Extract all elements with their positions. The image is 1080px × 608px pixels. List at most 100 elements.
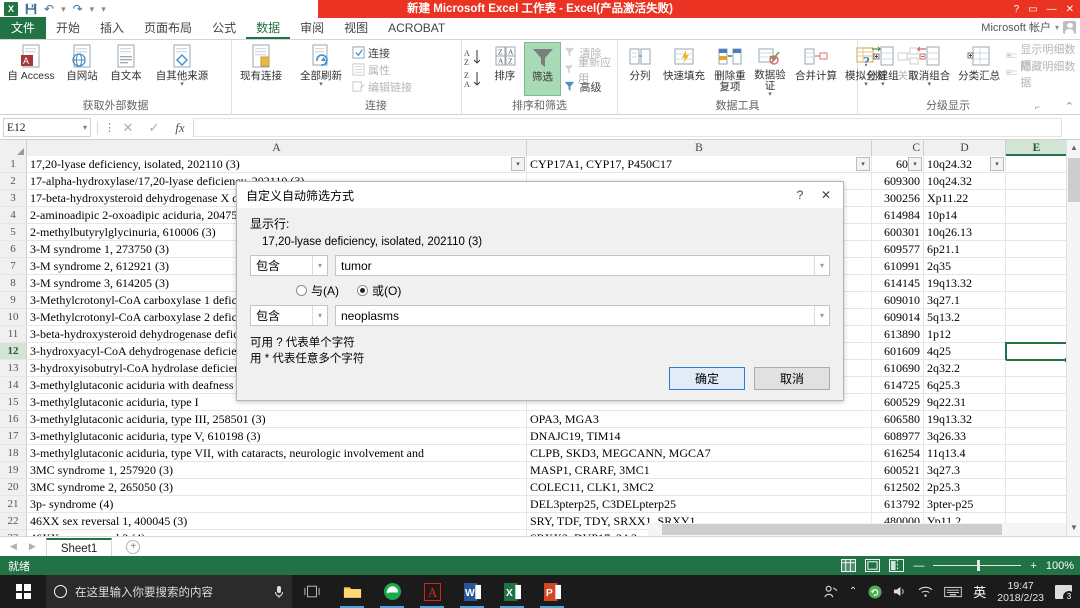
cell-C1[interactable]: 6093▾ [872,156,924,173]
refresh-all-button[interactable]: 全部刷新 ▾ [292,42,350,98]
row-header-7[interactable]: 7 [0,258,27,274]
flash-fill-button[interactable]: 快速填充 [658,42,710,98]
cell-B1[interactable]: CYP17A1, CYP17, P450C17 ▾ [527,156,872,173]
cell-D1[interactable]: 10q24.32 ▾ [924,156,1006,173]
cell-E7[interactable] [1006,258,1068,275]
cell-C8[interactable]: 614145 [872,275,924,292]
cell-C7[interactable]: 610991 [872,258,924,275]
cell-E20[interactable] [1006,479,1068,496]
ime-language-indicator[interactable]: 英 [973,582,986,601]
undo-icon[interactable]: ↶ [44,3,54,15]
cell-B17[interactable]: DNAJC19, TIM14 [527,428,872,445]
row-header-10[interactable]: 10 [0,309,27,325]
cell-B21[interactable]: DEL3pterp25, C3DELpterp25 [527,496,872,513]
data-validation-button[interactable]: 数据验证 ▾ [750,42,790,98]
cell-A18[interactable]: 3-methylglutaconic aciduria, type VII, w… [27,445,527,462]
filter-dropdown-C1[interactable]: ▾ [908,157,922,171]
row-header-15[interactable]: 15 [0,394,27,410]
filter-dropdown-D1[interactable]: ▾ [990,157,1004,171]
account-area[interactable]: Microsoft 帐户 ▾ [981,19,1076,35]
volume-icon[interactable] [893,585,907,598]
people-icon[interactable] [823,585,838,599]
cell-A17[interactable]: 3-methylglutaconic aciduria, type V, 610… [27,428,527,445]
undo-dropdown-icon[interactable]: ▾ [61,3,66,15]
row-header-19[interactable]: 19 [0,462,27,478]
save-icon[interactable] [25,3,37,15]
cell-E18[interactable] [1006,445,1068,462]
tab-page-layout[interactable]: 页面布局 [134,17,202,39]
add-sheet-button[interactable]: + [126,539,141,554]
group-button[interactable]: 创建组 ▾ [862,42,904,98]
operator-select-2[interactable]: 包含 ▾ [250,305,328,326]
vertical-scrollbar[interactable]: ▲ ▼ [1066,140,1080,536]
cell-D11[interactable]: 1p12 [924,326,1006,343]
tab-file[interactable]: 文件 [0,17,47,39]
cell-E13[interactable] [1006,360,1068,377]
cell-C15[interactable]: 600529 [872,394,924,411]
row-header-13[interactable]: 13 [0,360,27,376]
scroll-up-icon[interactable]: ▲ [1067,140,1080,156]
cell-D12[interactable]: 4q25 [924,343,1006,360]
cell-B16[interactable]: OPA3, MGA3 [527,411,872,428]
cell-C17[interactable]: 608977 [872,428,924,445]
refresh-all-dropdown-icon[interactable]: ▾ [319,81,323,88]
wifi-icon[interactable] [918,585,933,598]
properties-button[interactable]: 属性 [350,61,412,78]
cell-B18[interactable]: CLPB, SKD3, MEGCANN, MGCA7 [527,445,872,462]
row-header-6[interactable]: 6 [0,241,27,257]
collapse-ribbon-icon[interactable]: ⌃ [1065,100,1074,113]
cell-C18[interactable]: 616254 [872,445,924,462]
operator-select-1[interactable]: 包含 ▾ [250,255,328,276]
table-row[interactable]: 17 3-methylglutaconic aciduria, type V, … [0,428,1080,445]
row-header-9[interactable]: 9 [0,292,27,308]
sort-descending-button[interactable]: ZA [464,68,486,90]
cell-D6[interactable]: 6p21.1 [924,241,1006,258]
cell-D7[interactable]: 2q35 [924,258,1006,275]
cell-D9[interactable]: 3q27.1 [924,292,1006,309]
custom-autofilter-dialog[interactable]: 自定义自动筛选方式 ? ✕ 显示行: 17,20-lyase deficienc… [236,181,844,401]
customize-qat-icon[interactable]: ▾ [101,3,106,15]
tab-acrobat[interactable]: ACROBAT [378,17,455,39]
sync-icon[interactable] [868,584,882,599]
cell-D2[interactable]: 10q24.32 [924,173,1006,190]
cell-C6[interactable]: 609577 [872,241,924,258]
horizontal-scrollbar[interactable] [648,523,1066,536]
cell-E9[interactable] [1006,292,1068,309]
row-header-14[interactable]: 14 [0,377,27,393]
cell-E16[interactable] [1006,411,1068,428]
cell-E19[interactable] [1006,462,1068,479]
cell-D10[interactable]: 5q13.2 [924,309,1006,326]
row-header-20[interactable]: 20 [0,479,27,495]
dialog-close-icon[interactable]: ✕ [813,188,839,202]
cell-D4[interactable]: 10p14 [924,207,1006,224]
cell-C4[interactable]: 614984 [872,207,924,224]
tab-home[interactable]: 开始 [46,17,90,39]
keyboard-icon[interactable] [944,586,963,598]
group-dropdown-icon[interactable]: ▾ [881,81,885,88]
cell-D19[interactable]: 3q27.3 [924,462,1006,479]
column-header-B[interactable]: B [527,140,872,156]
zoom-slider-thumb[interactable] [977,560,981,571]
cell-D13[interactable]: 2q32.2 [924,360,1006,377]
tab-review[interactable]: 审阅 [290,17,334,39]
text-to-columns-button[interactable]: 分列 [622,42,658,98]
column-header-D[interactable]: D [924,140,1006,156]
cell-D14[interactable]: 6q25.3 [924,377,1006,394]
cell-D20[interactable]: 2p25.3 [924,479,1006,496]
criteria-dropdown-icon-2[interactable]: ▾ [814,306,829,325]
filter-dropdown-B1[interactable]: ▾ [856,157,870,171]
cell-C2[interactable]: 609300 [872,173,924,190]
cell-C10[interactable]: 609014 [872,309,924,326]
taskbar-file-explorer[interactable] [332,575,372,608]
horizontal-scroll-thumb[interactable] [662,524,1002,535]
tab-data[interactable]: 数据 [246,17,291,39]
cell-C21[interactable]: 613792 [872,496,924,513]
cell-D18[interactable]: 11q13.4 [924,445,1006,462]
task-view-button[interactable] [292,575,332,608]
name-box-dropdown-icon[interactable]: ▾ [83,123,87,132]
cell-A1[interactable]: 17,20-lyase deficiency, isolated, 202110… [27,156,527,173]
cell-C20[interactable]: 612502 [872,479,924,496]
zoom-slider[interactable] [933,560,1022,571]
page-layout-icon[interactable] [865,559,881,572]
cell-E12[interactable] [1005,342,1069,362]
